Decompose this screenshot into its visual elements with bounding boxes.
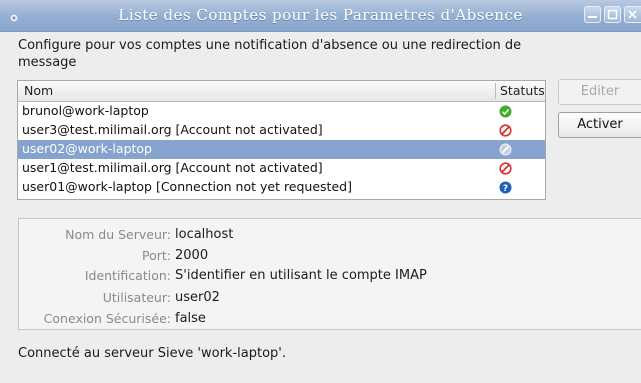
port-value: 2000	[175, 248, 209, 263]
port-label: Port:	[142, 248, 171, 263]
title-bar: Liste des Comptes pour les Parametres d'…	[0, 0, 641, 32]
detail-auth: Identification: S'identifier en utilisan…	[19, 268, 639, 286]
close-button[interactable]	[624, 6, 641, 23]
account-name: brunol@work-laptop	[22, 103, 149, 118]
detail-secure: Conexion Sécurisée: false	[19, 311, 639, 329]
account-name: user01@work-laptop [Connection not yet r…	[22, 179, 352, 194]
account-name: user1@test.milimail.org [Account not act…	[22, 160, 323, 175]
server-label: Nom du Serveur:	[65, 227, 171, 242]
secure-value: false	[175, 311, 206, 326]
question-icon: ?	[499, 181, 512, 194]
check-icon	[499, 105, 512, 118]
user-value: user02	[175, 290, 220, 305]
account-name: user02@work-laptop	[22, 141, 152, 156]
server-value: localhost	[175, 227, 234, 242]
window-title: Liste des Comptes pour les Parametres d'…	[118, 6, 523, 24]
secure-label: Conexion Sécurisée:	[43, 311, 171, 326]
auth-label: Identification:	[84, 268, 171, 283]
connection-status: Connecté au serveur Sieve 'work-laptop'.	[18, 346, 286, 361]
disabled-icon	[499, 143, 512, 156]
auth-value: S'identifier en utilisant le compte IMAP	[175, 268, 427, 283]
table-row[interactable]: user01@work-laptop [Connection not yet r…	[18, 178, 545, 197]
table-row[interactable]: brunol@work-laptop	[18, 102, 545, 121]
list-header: Nom Statuts	[18, 81, 545, 102]
detail-server: Nom du Serveur: localhost	[19, 227, 639, 245]
table-row-selected[interactable]: user02@work-laptop	[18, 140, 545, 159]
maximize-button[interactable]	[604, 6, 621, 23]
account-details-panel: Nom du Serveur: localhost Port: 2000 Ide…	[18, 218, 641, 330]
column-divider	[495, 83, 496, 99]
account-name: user3@test.milimail.org [Account not act…	[22, 122, 323, 137]
activate-button[interactable]: Activer	[558, 112, 641, 138]
detail-port: Port: 2000	[19, 248, 639, 266]
accounts-list[interactable]: Nom Statuts brunol@work-laptop user3@tes…	[17, 80, 546, 200]
column-header-status[interactable]: Statuts	[500, 83, 545, 98]
user-label: Utilisateur:	[102, 290, 171, 305]
detail-user: Utilisateur: user02	[19, 290, 639, 308]
not-activated-icon	[499, 124, 512, 137]
svg-text:?: ?	[503, 184, 508, 194]
column-header-name[interactable]: Nom	[24, 83, 53, 98]
intro-text: Configure pour vos comptes une notificat…	[18, 38, 522, 70]
not-activated-icon	[499, 162, 512, 175]
table-row[interactable]: user1@test.milimail.org [Account not act…	[18, 159, 545, 178]
minimize-button[interactable]	[584, 6, 601, 23]
table-row[interactable]: user3@test.milimail.org [Account not act…	[18, 121, 545, 140]
edit-button[interactable]: Editer	[558, 79, 641, 105]
